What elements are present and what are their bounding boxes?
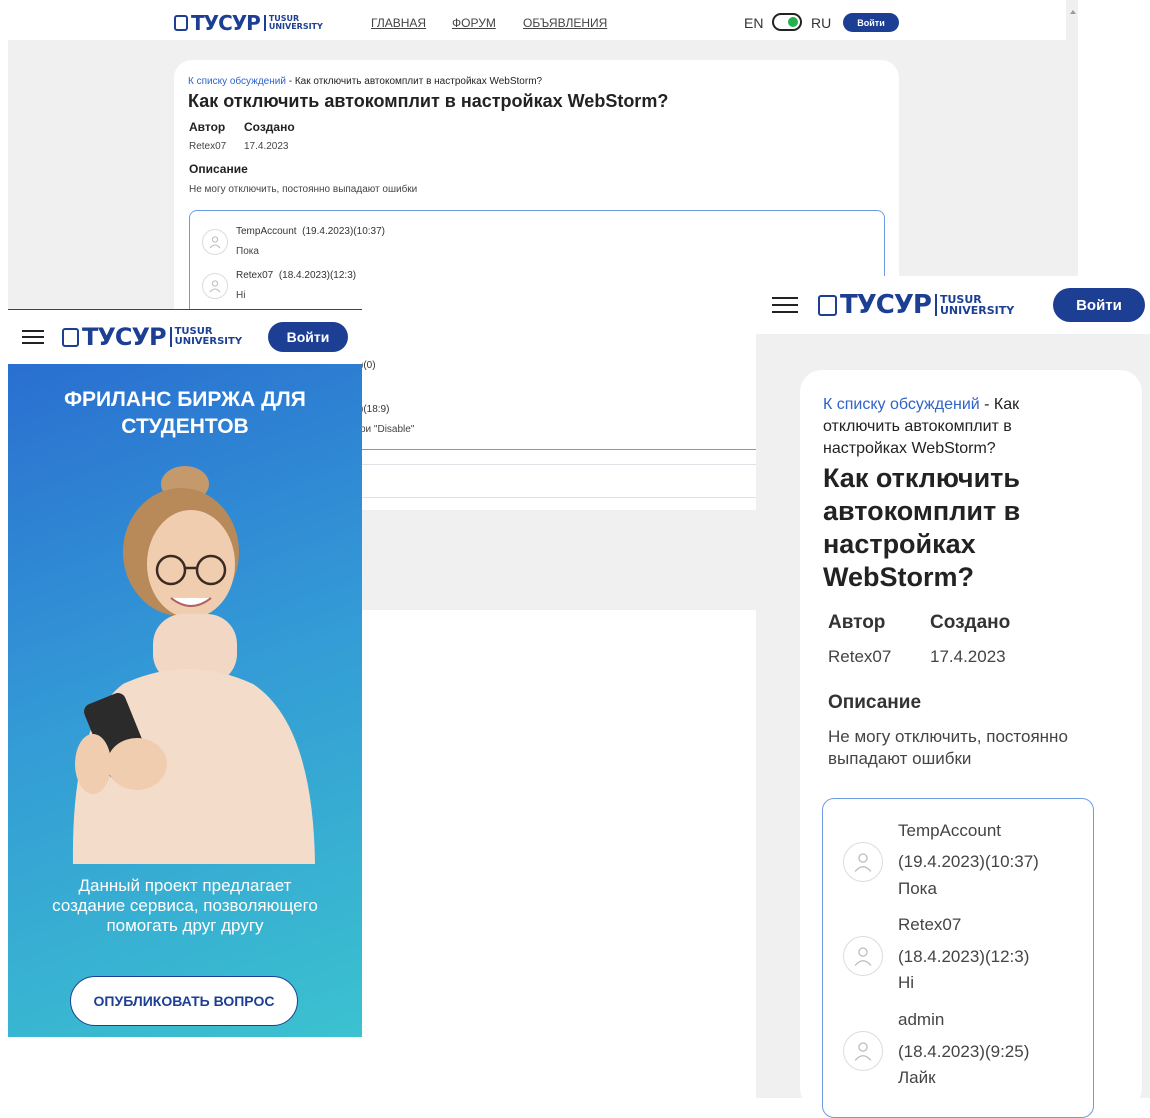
comment-user[interactable]: TempAccount (19.4.2023)(10:37) xyxy=(236,226,385,237)
menu-icon[interactable] xyxy=(22,330,44,344)
tusur-logo-mark: ТУСУР xyxy=(174,11,261,35)
logo-sub-line2: UNIVERSITY xyxy=(268,22,323,31)
comment-text: Пока xyxy=(898,879,937,898)
logo-sub-text: TUSUR UNIVERSITY xyxy=(169,327,243,347)
comment-avatar-icon xyxy=(202,229,228,255)
discussion-title: Как отключить автокомплит в настройках W… xyxy=(823,463,1021,592)
nav-home[interactable]: ГЛАВНАЯ xyxy=(371,16,426,30)
lang-toggle[interactable] xyxy=(772,13,802,31)
tusur-logo[interactable]: ТУСУР TUSUR UNIVERSITY xyxy=(818,290,1014,320)
comment-partial-time: )(18:9) xyxy=(360,404,390,415)
logo-main-text: ТУСУР xyxy=(840,290,932,320)
comment-time: (18.4.2023)(12:3) xyxy=(898,947,1030,966)
hero-photo-woman-with-phone xyxy=(72,466,315,864)
comment-text: Пока xyxy=(236,246,259,257)
created-label: Создано xyxy=(930,612,1011,633)
discussion-title: Как отключить автокомплит в настройках W… xyxy=(188,91,669,111)
menu-icon-line xyxy=(772,304,798,306)
logo-main-text: ТУСУР xyxy=(82,323,167,351)
hero-banner: ФРИЛАНС БИРЖА ДЛЯ СТУДЕНТОВ Данный проек… xyxy=(8,364,362,1037)
menu-icon-line xyxy=(22,336,44,338)
breadcrumb: К списку обсуждений - Как отключить авто… xyxy=(188,76,542,87)
logo-sub-line2: UNIVERSITY xyxy=(939,304,1015,317)
comment-avatar-icon xyxy=(843,842,883,882)
description-text: Не могу отключить, постоянно выпадают ош… xyxy=(189,184,418,195)
comment-avatar-icon xyxy=(202,273,228,299)
tusur-logo-mark: ТУСУР xyxy=(62,323,167,351)
comment-time: (19.4.2023)(10:37) xyxy=(302,226,385,237)
comment-time: (19.4.2023)(10:37) xyxy=(898,852,1039,871)
comment-author[interactable]: TempAccount xyxy=(236,226,297,237)
comment-avatar-icon xyxy=(843,936,883,976)
breadcrumb-link[interactable]: К списку обсуждений xyxy=(188,76,286,87)
author-label: Автор xyxy=(189,120,226,134)
comment-time: (18.4.2023)(9:25) xyxy=(898,1042,1030,1061)
comment-partial-time: )(0) xyxy=(360,360,376,371)
hero-title: ФРИЛАНС БИРЖА ДЛЯ СТУДЕНТОВ xyxy=(64,388,306,438)
tusur-emblem-icon xyxy=(174,15,188,31)
menu-icon[interactable] xyxy=(772,297,798,313)
menu-icon-line xyxy=(22,342,44,344)
desktop-header: ТУСУР TUSUR UNIVERSITY ГЛАВНАЯ ФОРУМ ОБЪ… xyxy=(8,0,1066,40)
publish-question-button[interactable]: ОПУБЛИКОВАТЬ ВОПРОС xyxy=(70,976,298,1026)
comment-text: Hi xyxy=(236,290,246,301)
tusur-emblem-icon xyxy=(62,327,79,347)
menu-icon-line xyxy=(22,330,44,332)
author-label: Автор xyxy=(828,612,886,633)
created-value: 17.4.2023 xyxy=(244,141,289,152)
comment-avatar-icon xyxy=(843,1031,883,1071)
hero-description: Данный проект предлагает создание сервис… xyxy=(52,876,318,935)
author-value[interactable]: Retex07 xyxy=(189,141,226,152)
description-text: Не могу отключить, постоянно выпадают ош… xyxy=(828,727,1068,768)
tusur-logo-mark: ТУСУР xyxy=(818,290,932,320)
mobile-right-header: ТУСУР TUSUR UNIVERSITY Войти xyxy=(756,276,1150,334)
login-button[interactable]: Войти xyxy=(1053,288,1145,322)
created-label: Создано xyxy=(244,120,295,134)
comment-time: (18.4.2023)(12:3) xyxy=(278,270,357,281)
comment-text: Лайк xyxy=(898,1068,936,1087)
menu-icon-line xyxy=(772,297,798,299)
tusur-logo[interactable]: ТУСУР TUSUR UNIVERSITY xyxy=(62,323,242,351)
comment-user[interactable]: Retex07 (18.4.2023)(12:3) xyxy=(236,270,356,281)
logo-sub-text: TUSUR UNIVERSITY xyxy=(934,294,1015,317)
comment-text: Hi xyxy=(898,973,915,992)
logo-sub-text: TUSUR UNIVERSITY xyxy=(263,15,323,31)
mobile-left-window: ТУСУР TUSUR UNIVERSITY Войти ФРИЛАНС БИР… xyxy=(8,309,362,1037)
comment-author[interactable]: Retex07 xyxy=(898,915,961,935)
comments-box: TempAccount (19.4.2023)(10:37) Пока Rete… xyxy=(822,798,1094,1118)
author-value[interactable]: Retex07 xyxy=(828,647,891,667)
created-value: 17.4.2023 xyxy=(930,647,1006,666)
comment-author[interactable]: TempAccount xyxy=(898,821,1001,841)
tusur-emblem-icon xyxy=(818,294,837,316)
lang-toggle-knob xyxy=(788,17,798,27)
scroll-up-arrow-icon[interactable] xyxy=(1070,10,1076,14)
breadcrumb-link[interactable]: К списку обсуждений xyxy=(823,396,980,413)
discussion-card: К списку обсуждений - Как отключить авто… xyxy=(800,370,1142,1118)
nav-announcements[interactable]: ОБЪЯВЛЕНИЯ xyxy=(523,16,607,30)
description-label: Описание xyxy=(828,692,922,713)
breadcrumb: К списку обсуждений - Как отключить авто… xyxy=(823,394,1063,460)
breadcrumb-current: - Как отключить автокомплит в настройках… xyxy=(285,76,543,87)
mobile-right-window: ТУСУР TUSUR UNIVERSITY Войти К списку об… xyxy=(756,276,1150,1118)
logo-sub-line2: UNIVERSITY xyxy=(174,336,243,347)
tusur-logo[interactable]: ТУСУР TUSUR UNIVERSITY xyxy=(174,11,323,35)
nav-forum[interactable]: ФОРУМ xyxy=(452,16,496,30)
menu-icon-line xyxy=(772,311,798,313)
comment-partial-text: ри "Disable" xyxy=(360,424,415,435)
description-label: Описание xyxy=(189,162,248,176)
logo-main-text: ТУСУР xyxy=(191,11,261,35)
comment-author[interactable]: admin xyxy=(898,1010,944,1030)
comment-author[interactable]: Retex07 xyxy=(236,270,273,281)
lang-en-label[interactable]: EN xyxy=(744,15,763,31)
lang-ru-label[interactable]: RU xyxy=(811,15,831,31)
login-button[interactable]: Войти xyxy=(843,13,899,32)
login-button[interactable]: Войти xyxy=(268,322,348,352)
